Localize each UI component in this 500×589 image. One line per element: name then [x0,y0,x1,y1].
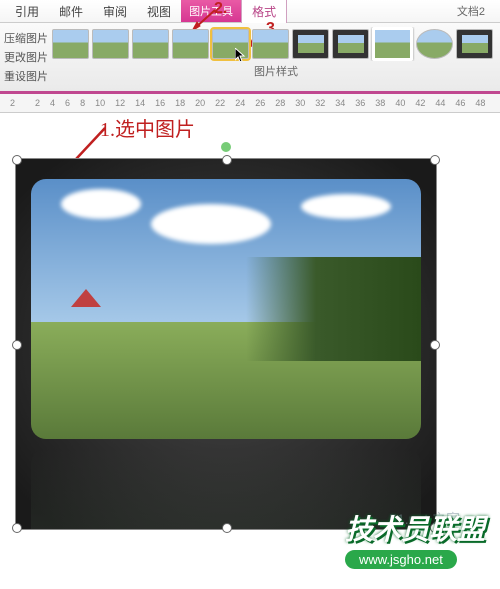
tab-view[interactable]: 视图 [137,0,181,23]
rotate-handle[interactable] [220,141,232,153]
selected-picture-frame[interactable] [15,158,437,530]
style-thumb-2[interactable] [92,29,129,59]
watermark: 技术员联盟 www.jsgho.net [345,508,485,569]
document-name: 文档2 [457,3,485,19]
style-thumb-5[interactable] [212,29,249,59]
tab-format[interactable]: 格式 [241,0,287,23]
style-thumb-10[interactable] [416,29,453,59]
style-thumb-1[interactable] [52,29,89,59]
ribbon-side-labels: 压缩图片 更改图片 重设图片 [0,27,52,87]
picture-content [31,179,421,439]
picture-styles-gallery [52,27,500,61]
style-thumb-6[interactable] [252,29,289,59]
cursor-icon [235,48,247,61]
tab-ref[interactable]: 引用 [5,0,49,23]
handle-tl[interactable] [12,155,22,165]
style-thumb-11[interactable] [456,29,493,59]
watermark-text: 技术员联盟 [345,508,485,548]
ruler: 2246810121416182022242628303234363840424… [0,94,500,113]
style-thumb-8[interactable] [332,29,369,59]
handle-b[interactable] [222,523,232,533]
handle-tr[interactable] [430,155,440,165]
style-thumb-9[interactable] [372,27,413,61]
tab-review[interactable]: 审阅 [93,0,137,23]
handle-bl[interactable] [12,523,22,533]
tab-mail[interactable]: 邮件 [49,0,93,23]
style-thumb-3[interactable] [132,29,169,59]
watermark-url: www.jsgho.net [345,550,457,569]
handle-t[interactable] [222,155,232,165]
document-canvas: 1.选中图片 [0,113,500,550]
compress-picture[interactable]: 压缩图片 [4,30,48,46]
reset-picture[interactable]: 重设图片 [4,68,48,84]
handle-l[interactable] [12,340,22,350]
picture-styles-label: 图片样式 [52,61,500,79]
menu-tabs: 引用 邮件 审阅 视图 图片工具 格式 [0,0,500,23]
change-picture[interactable]: 更改图片 [4,49,48,65]
style-thumb-7[interactable] [292,29,329,59]
style-thumb-4[interactable] [172,29,209,59]
handle-r[interactable] [430,340,440,350]
